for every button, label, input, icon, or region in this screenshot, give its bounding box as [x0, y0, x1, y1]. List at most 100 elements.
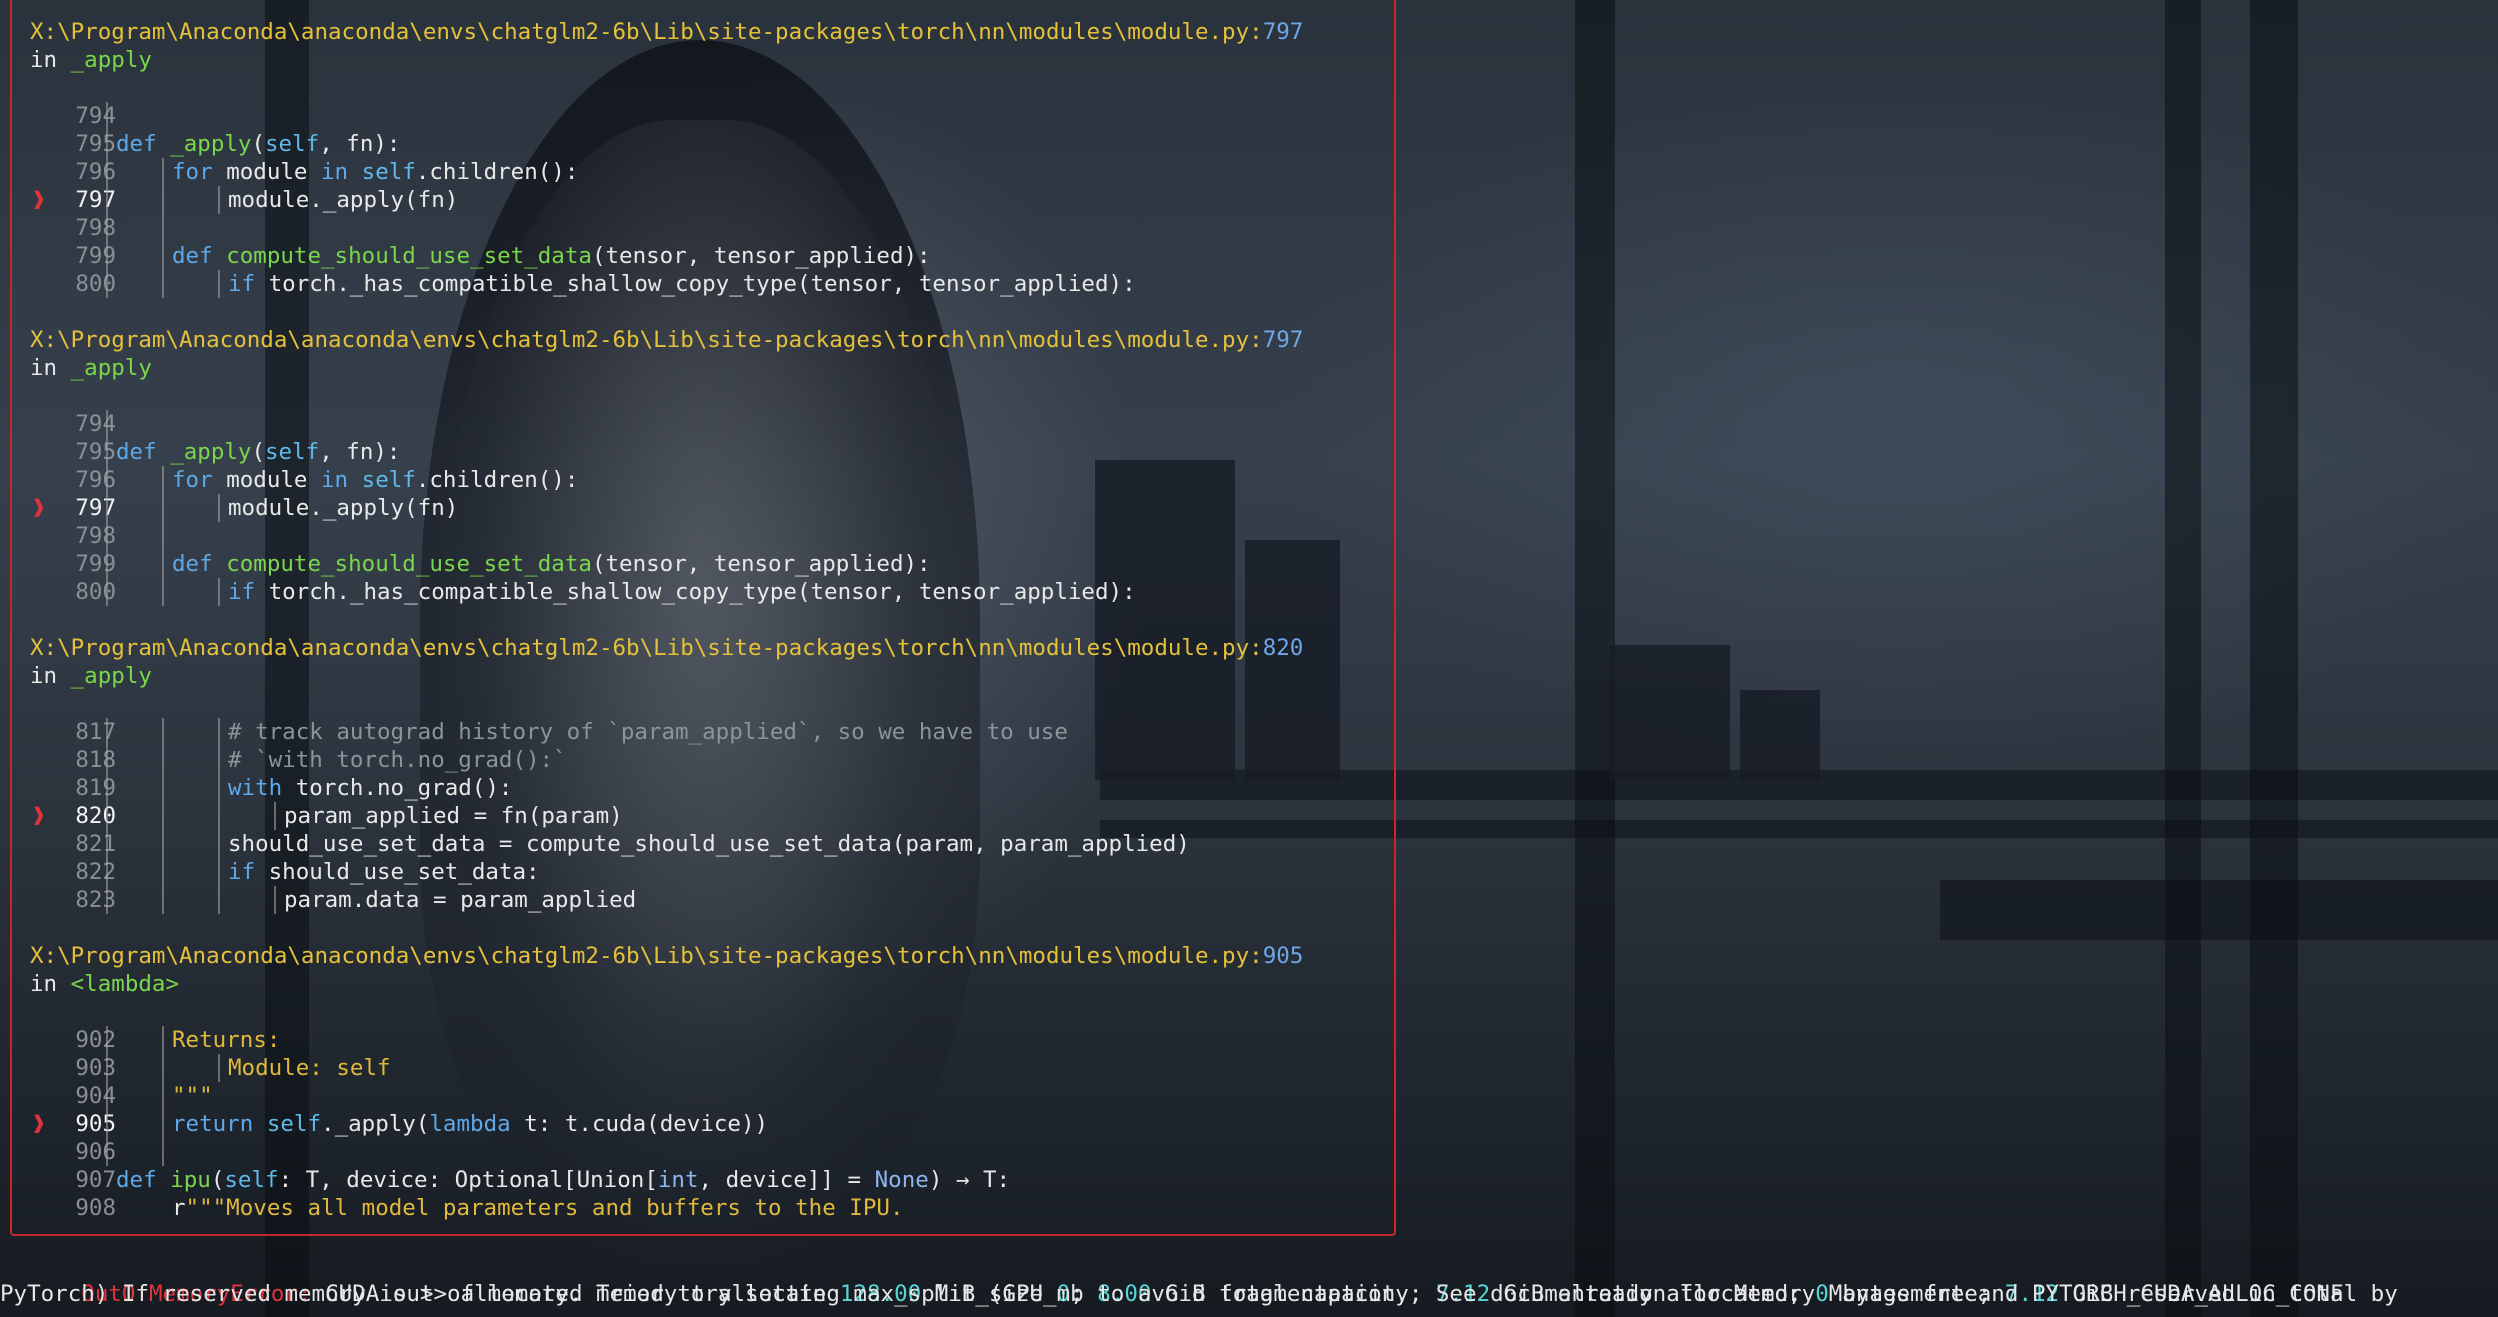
- gutter-line-number: 823: [75, 887, 116, 913]
- code-line: 903 Module: self: [0, 1054, 1380, 1082]
- source-code: for module in self.children():: [172, 467, 579, 493]
- indent-guide: [106, 718, 108, 914]
- gutter-line-number: 908: [75, 1195, 116, 1221]
- gutter-line-number: 822: [75, 859, 116, 885]
- indent-guide: [162, 718, 164, 914]
- gutter-line-number: 795: [75, 439, 116, 465]
- file-path: X:\Program\Anaconda\anaconda\envs\chatgl…: [30, 635, 1250, 661]
- in-keyword: in: [30, 971, 58, 997]
- source-code: return self._apply(lambda t: t.cuda(devi…: [172, 1111, 769, 1137]
- file-path: X:\Program\Anaconda\anaconda\envs\chatgl…: [30, 19, 1250, 45]
- source-code: module._apply(fn): [228, 495, 459, 521]
- code-line: 798: [0, 522, 1380, 550]
- code-line: ❱ 797 module._apply(fn): [0, 186, 1380, 214]
- code-line: 819 with torch.no_grad():: [0, 774, 1380, 802]
- code-line: 818 # `with torch.no_grad():`: [0, 746, 1380, 774]
- gutter-line-number: 800: [75, 271, 116, 297]
- gutter-line-number: 800: [75, 579, 116, 605]
- gutter-line-number: 798: [75, 215, 116, 241]
- indent-guide: [218, 270, 220, 298]
- code-line: 796 for module in self.children():: [0, 158, 1380, 186]
- source-code: def compute_should_use_set_data(tensor, …: [172, 243, 931, 269]
- code-line: 798: [0, 214, 1380, 242]
- gutter-line-number: 902: [75, 1027, 116, 1053]
- source-code: if torch._has_compatible_shallow_copy_ty…: [228, 271, 1136, 297]
- code-line: ❱ 905 return self._apply(lambda t: t.cuda(…: [0, 1110, 1380, 1138]
- gutter-line-number: 796: [75, 467, 116, 493]
- gutter-line-number: 798: [75, 523, 116, 549]
- code-line: 795 def _apply(self, fn):: [0, 438, 1380, 466]
- code-line: 799 def compute_should_use_set_data(tenso…: [0, 242, 1380, 270]
- code-line: 796 for module in self.children():: [0, 466, 1380, 494]
- code-line: 794: [0, 102, 1380, 130]
- building-silhouette: [1740, 690, 1820, 780]
- path-separator: :: [1249, 327, 1263, 353]
- line-number: 820: [1262, 635, 1304, 661]
- gutter-line-number: 904: [75, 1083, 116, 1109]
- gutter-line-number: 821: [75, 831, 116, 857]
- code-line: 794: [0, 410, 1380, 438]
- function-name: <lambda>: [70, 971, 180, 997]
- indent-guide: [218, 718, 220, 914]
- frame-function: in _apply: [30, 662, 152, 690]
- function-name: _apply: [70, 47, 152, 73]
- building-silhouette: [1610, 645, 1730, 780]
- source-code: Module: self: [228, 1055, 391, 1081]
- terminal-window: X:\Program\Anaconda\anaconda\envs\chatgl…: [0, 0, 2498, 1317]
- indent-guide: [106, 102, 108, 298]
- frame-header: X:\Program\Anaconda\anaconda\envs\chatgl…: [30, 942, 1303, 970]
- source-code: for module in self.children():: [172, 159, 579, 185]
- source-code: param_applied = fn(param): [284, 803, 623, 829]
- gutter-line-number: 907: [75, 1167, 116, 1193]
- gutter-line-number: 799: [75, 551, 116, 577]
- indent-guide: [162, 1026, 164, 1166]
- indent-guide: [218, 494, 220, 522]
- source-code: # track autograd history of `param_appli…: [228, 719, 1068, 745]
- file-path: X:\Program\Anaconda\anaconda\envs\chatgl…: [30, 943, 1250, 969]
- source-code: module._apply(fn): [228, 187, 459, 213]
- code-line: 823 param.data = param_applied: [0, 886, 1380, 914]
- code-line: 817 # track autograd history of `param_ap…: [0, 718, 1380, 746]
- code-line: 904 """: [0, 1082, 1380, 1110]
- gutter-line-number: 818: [75, 747, 116, 773]
- indent-guide: [274, 886, 276, 914]
- gutter-line-number: 903: [75, 1055, 116, 1081]
- indent-guide: [162, 466, 164, 606]
- source-code: param.data = param_applied: [284, 887, 637, 913]
- function-name: _apply: [70, 355, 152, 381]
- code-line: 821 should_use_set_data = compute_should_…: [0, 830, 1380, 858]
- source-code: """: [172, 1083, 213, 1109]
- frame-function: in _apply: [30, 46, 152, 74]
- gutter-line-number: 797: [75, 187, 116, 213]
- code-line: 799 def compute_should_use_set_data(tenso…: [0, 550, 1380, 578]
- frame-header: X:\Program\Anaconda\anaconda\envs\chatgl…: [30, 18, 1303, 46]
- gutter-line-number: 817: [75, 719, 116, 745]
- code-line: 908 r"""Moves all model parameters and bu…: [0, 1194, 1380, 1222]
- indent-guide: [218, 578, 220, 606]
- gutter-line-number: 794: [75, 103, 116, 129]
- gutter-line-number: 796: [75, 159, 116, 185]
- line-number: 905: [1262, 943, 1304, 969]
- error-line-2: PyTorch) If reserved memory is >> alloca…: [0, 1281, 2344, 1307]
- frame-function: in _apply: [30, 354, 152, 382]
- indent-guide: [274, 802, 276, 830]
- source-code: Returns:: [172, 1027, 281, 1053]
- frame-function: in <lambda>: [30, 970, 179, 998]
- gutter-line-number: 819: [75, 775, 116, 801]
- source-code: def _apply(self, fn):: [116, 131, 401, 157]
- gutter-line-number: 799: [75, 243, 116, 269]
- code-line: ❱ 820 param_applied = fn(param): [0, 802, 1380, 830]
- frame-header: X:\Program\Anaconda\anaconda\envs\chatgl…: [30, 634, 1303, 662]
- window-frame-bar: [2165, 0, 2201, 1317]
- code-line: 795 def _apply(self, fn):: [0, 130, 1380, 158]
- frame-header: X:\Program\Anaconda\anaconda\envs\chatgl…: [30, 326, 1303, 354]
- function-name: _apply: [70, 663, 152, 689]
- indent-guide: [218, 1054, 220, 1082]
- in-keyword: in: [30, 355, 58, 381]
- in-keyword: in: [30, 47, 58, 73]
- indent-guide: [162, 158, 164, 298]
- source-code: r"""Moves all model parameters and buffe…: [172, 1195, 904, 1221]
- error-line-1: OutOfMemoryError: CUDA out of memory. Tr…: [0, 1252, 2397, 1307]
- railing: [1940, 880, 2498, 940]
- window-frame-bar: [1575, 0, 1615, 1317]
